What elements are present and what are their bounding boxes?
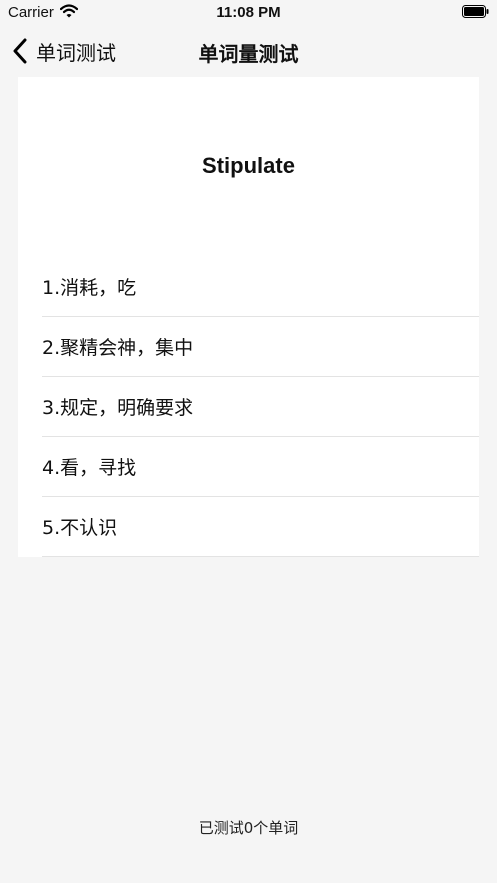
answer-option-4[interactable]: 4.看，寻找 (42, 437, 479, 497)
page-title: 单词量测试 (198, 42, 299, 66)
navigation-bar: 单词测试 单词量测试 (0, 26, 497, 76)
answer-options: 1.消耗，吃 2.聚精会神，集中 3.规定，明确要求 4.看，寻找 5.不认识 (42, 257, 479, 557)
answer-option-2[interactable]: 2.聚精会神，集中 (42, 317, 479, 377)
tested-count-label: 已测试0个单词 (198, 819, 299, 837)
battery-icon (462, 5, 489, 18)
answer-option-3[interactable]: 3.规定，明确要求 (42, 377, 479, 437)
quiz-word: Stipulate (202, 153, 295, 178)
quiz-card: Stipulate 1.消耗，吃 2.聚精会神，集中 3.规定，明确要求 4.看… (18, 77, 479, 557)
answer-option-5[interactable]: 5.不认识 (42, 497, 479, 557)
status-time: 11:08 PM (216, 4, 281, 21)
answer-option-1[interactable]: 1.消耗，吃 (42, 257, 479, 317)
status-bar: Carrier 11:08 PM (0, 0, 497, 26)
